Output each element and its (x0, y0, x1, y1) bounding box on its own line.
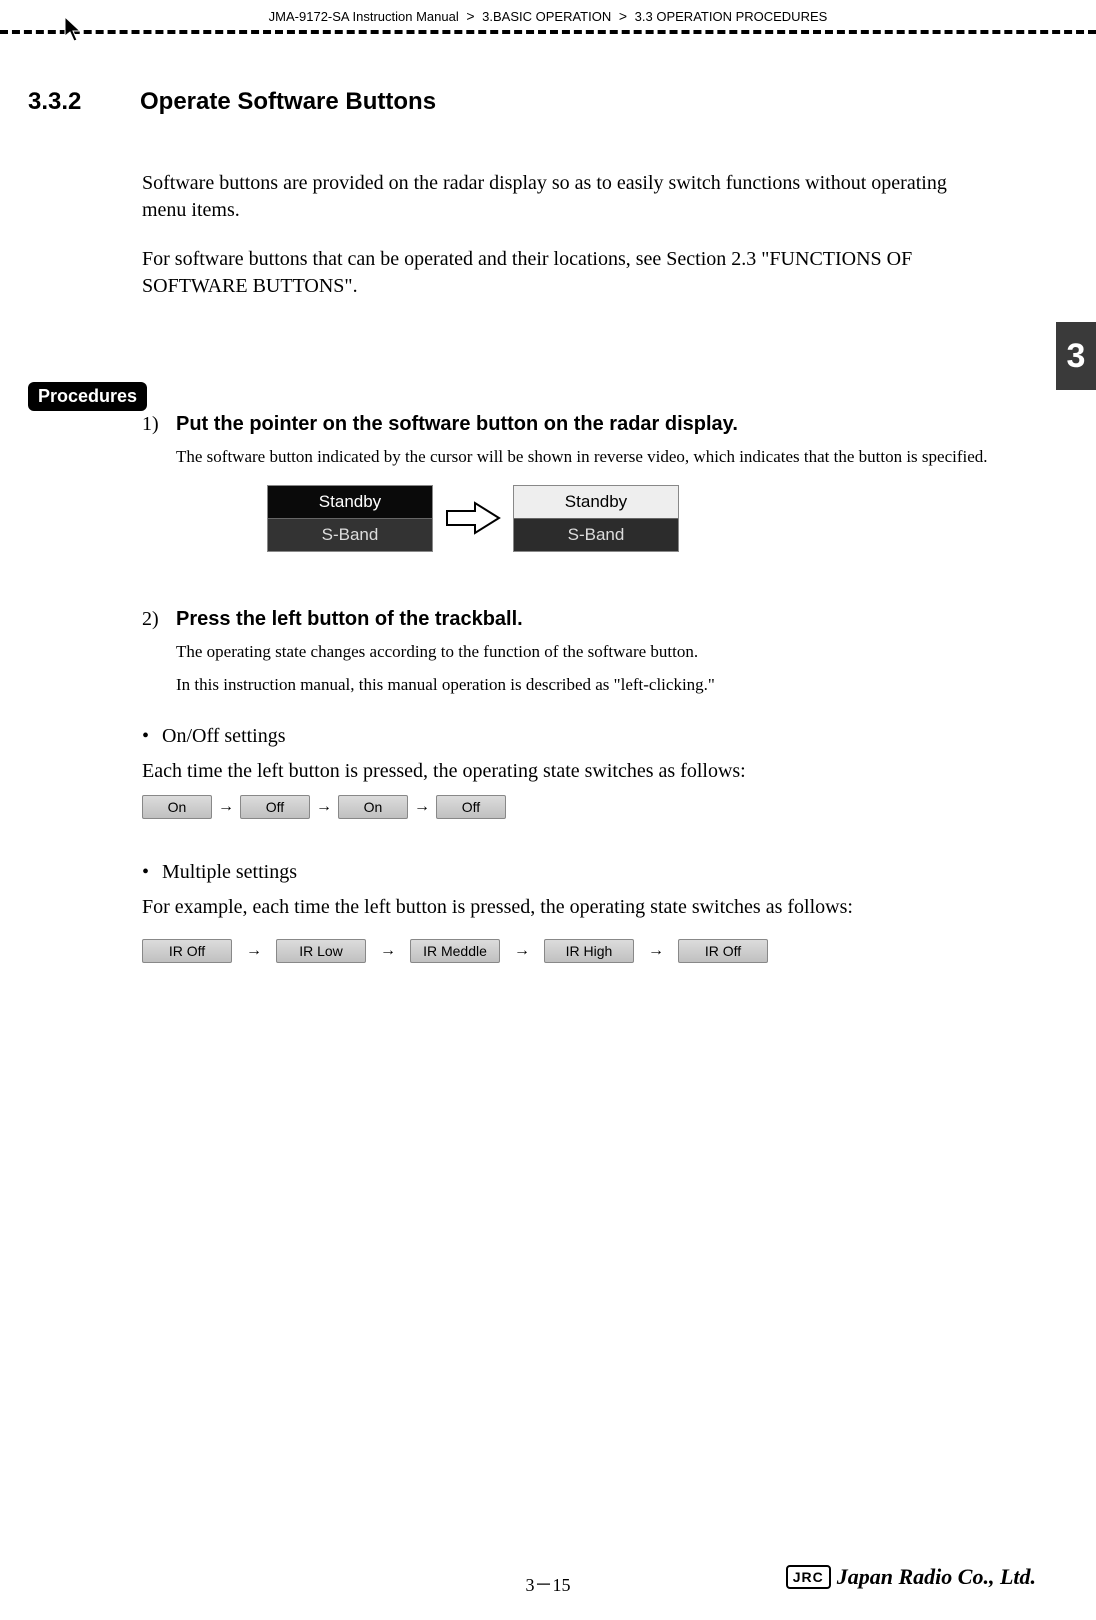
arrow-icon: → (218, 798, 234, 816)
bullet-icon: • (142, 861, 162, 884)
step-1-title: Put the pointer on the software button o… (176, 413, 738, 436)
section-heading: 3.3.2 Operate Software Buttons (28, 88, 1016, 116)
toggle-ir-low: IR Low (276, 939, 366, 963)
toggle-on: On (338, 795, 408, 819)
standby-illustration: Standby S-Band Standby S-Band (267, 485, 996, 552)
step-1-description: The software button indicated by the cur… (176, 446, 996, 469)
step-2-description-2: In this instruction manual, this manual … (176, 674, 996, 697)
intro-paragraph-1: Software buttons are provided on the rad… (142, 170, 996, 224)
breadcrumb-sep: > (619, 8, 627, 24)
breadcrumb-part-3: 3.3 OPERATION PROCEDURES (635, 9, 828, 24)
breadcrumb-part-1: JMA-9172-SA Instruction Manual (269, 9, 459, 24)
arrow-right-icon (445, 499, 501, 537)
ui-box-before-row1: Standby (268, 486, 432, 519)
onoff-bullet: •On/Off settings (142, 725, 1016, 748)
page-number: 3－15 (526, 1571, 571, 1597)
section-number: 3.3.2 (28, 88, 140, 116)
ui-box-after: Standby S-Band (513, 485, 679, 552)
jrc-badge: JRC (786, 1565, 831, 1589)
arrow-icon: → (514, 942, 530, 960)
procedures-label: Procedures (28, 382, 147, 411)
toggle-on: On (142, 795, 212, 819)
arrow-icon: → (648, 942, 664, 960)
arrow-icon: → (316, 798, 332, 816)
step-2: 2) Press the left button of the trackbal… (142, 608, 996, 697)
company-logo: JRC Japan Radio Co., Ltd. (786, 1564, 1036, 1590)
multi-sequence: IR Off → IR Low → IR Meddle → IR High → … (142, 939, 1016, 963)
breadcrumb-part-2: 3.BASIC OPERATION (482, 9, 611, 24)
toggle-ir-high: IR High (544, 939, 634, 963)
step-2-title: Press the left button of the trackball. (176, 608, 523, 631)
multi-bullet-label: Multiple settings (162, 861, 297, 883)
multi-description: For example, each time the left button i… (142, 894, 996, 921)
bullet-icon: • (142, 725, 162, 748)
chapter-tab: 3 (1056, 322, 1096, 390)
toggle-off: Off (436, 795, 506, 819)
step-1: 1) Put the pointer on the software butto… (142, 413, 996, 552)
divider-dashed (0, 30, 1096, 34)
step-1-number: 1) (142, 413, 176, 436)
onoff-description: Each time the left button is pressed, th… (142, 758, 996, 785)
toggle-ir-off: IR Off (678, 939, 768, 963)
onoff-bullet-label: On/Off settings (162, 725, 286, 747)
arrow-icon: → (380, 942, 396, 960)
multi-bullet: •Multiple settings (142, 861, 1016, 884)
onoff-sequence: On → Off → On → Off (142, 795, 1016, 819)
ui-box-after-row1: Standby (514, 486, 678, 519)
breadcrumb: JMA-9172-SA Instruction Manual > 3.BASIC… (0, 0, 1096, 30)
arrow-icon: → (246, 942, 262, 960)
section-title: Operate Software Buttons (140, 88, 436, 116)
company-name: Japan Radio Co., Ltd. (837, 1564, 1036, 1590)
toggle-ir-off: IR Off (142, 939, 232, 963)
ui-box-before: Standby S-Band (267, 485, 433, 552)
toggle-off: Off (240, 795, 310, 819)
breadcrumb-sep: > (466, 8, 474, 24)
arrow-icon: → (414, 798, 430, 816)
ui-box-before-row2: S-Band (268, 519, 432, 551)
step-2-description-1: The operating state changes according to… (176, 641, 996, 664)
toggle-ir-meddle: IR Meddle (410, 939, 500, 963)
ui-box-after-row2: S-Band (514, 519, 678, 551)
chapter-tab-number: 3 (1067, 337, 1086, 376)
step-2-number: 2) (142, 608, 176, 631)
intro-paragraph-2: For software buttons that can be operate… (142, 246, 996, 300)
